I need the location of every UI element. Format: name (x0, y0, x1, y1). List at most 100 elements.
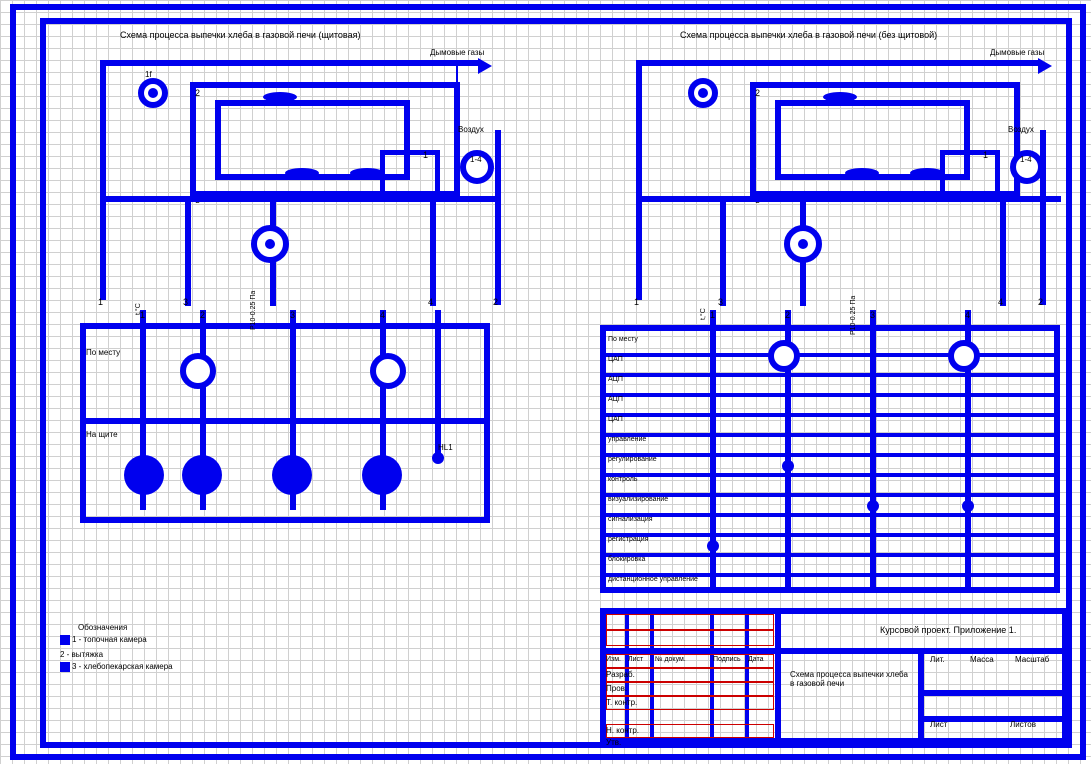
row-pomestu: По месту (86, 348, 120, 357)
legend-marker (60, 662, 70, 672)
tb-hline (918, 690, 1066, 696)
dot-icon (962, 500, 974, 512)
row-label: сигнализация (608, 516, 653, 523)
row-divider (604, 393, 1056, 397)
num-2: 2 (755, 88, 760, 98)
t-label-r: t,°C (700, 308, 707, 320)
row-nashite: На щите (86, 430, 118, 439)
legend-head: Обозначения (78, 623, 127, 632)
tb-p5: Утв. (606, 738, 621, 747)
num: 2 (493, 297, 498, 307)
row-divider (604, 433, 1056, 437)
sensor-ellipse (823, 92, 857, 102)
pipe (430, 196, 436, 306)
right-burner (940, 150, 1000, 198)
row-divider (604, 553, 1056, 557)
sensor-ellipse (910, 168, 944, 178)
sensor-ellipse (285, 168, 319, 178)
gauge-icon (768, 340, 800, 372)
row-divider (604, 413, 1056, 417)
vertical-pipe (636, 60, 642, 300)
dot-icon (148, 88, 158, 98)
title-left: Схема процесса выпечки хлеба в газовой п… (120, 30, 360, 40)
pipe (495, 130, 501, 305)
arrow-icon (1038, 58, 1052, 74)
num: 1 (634, 297, 639, 307)
num: 4 (428, 297, 433, 307)
row-label: дистанционное управление (608, 576, 698, 583)
col-line (870, 310, 876, 590)
pipe (636, 60, 754, 66)
dot-icon (798, 239, 808, 249)
num: 1 (98, 297, 103, 307)
num-1: 1 (983, 150, 988, 160)
legend-b: 2 - вытяжка (60, 650, 103, 659)
hdr: 4 (380, 310, 385, 320)
pipe-top (750, 60, 1040, 66)
tb-lit: Лит. (930, 655, 945, 664)
pipe (100, 60, 195, 66)
tb-p4: Н. контр. (606, 726, 639, 735)
indicator-icon (182, 455, 222, 495)
stamp-row (606, 614, 774, 630)
row-label: управление (608, 436, 646, 443)
row-divider (604, 373, 1056, 377)
row-divider (604, 533, 1056, 537)
manifold (636, 196, 1061, 202)
tb-r1: Изм. (606, 656, 621, 663)
indicator-icon (272, 455, 312, 495)
tb-listov: Листов (1010, 720, 1036, 729)
hdr: 1 (710, 310, 715, 320)
tb-p1: Разраб. (606, 670, 635, 679)
p-label-r: Р10-0.25 Па (850, 296, 857, 335)
dot-icon (707, 540, 719, 552)
tb-list: Лист (930, 720, 947, 729)
flue-label: Дымовые газы (430, 48, 484, 57)
tb-r3: № докум. (655, 656, 686, 663)
pipe (720, 196, 726, 306)
dot-icon (698, 88, 708, 98)
hdr: 3 (290, 310, 295, 320)
title-right: Схема процесса выпечки хлеба в газовой п… (680, 30, 937, 40)
sensor-ellipse (845, 168, 879, 178)
num: 4 (998, 297, 1003, 307)
num: 3 (183, 297, 188, 307)
row-divider (604, 513, 1056, 517)
num: 3 (718, 297, 723, 307)
air-label-r: Воздух (1008, 125, 1034, 134)
legend-a: 1 - топочная камера (72, 635, 147, 644)
row-divider (604, 473, 1056, 477)
hdr: 3 (870, 310, 875, 320)
num-1-4: 1-4 (470, 155, 482, 164)
num: 2 (1038, 297, 1043, 307)
row-label: блокировка (608, 556, 645, 563)
tb-p3: Т. контр. (606, 698, 637, 707)
tb-scale: Масштаб (1015, 655, 1049, 664)
gauge-icon (180, 353, 216, 389)
flue-label-r: Дымовые газы (990, 48, 1044, 57)
row-label: контроль (608, 476, 637, 483)
hdr: 2 (785, 310, 790, 320)
tb-r2: Лист (628, 656, 643, 663)
pipe (1000, 196, 1006, 306)
tb-r4: Подпись (713, 656, 741, 663)
label-1f: 1f (145, 70, 152, 79)
air-label: Воздух (458, 125, 484, 134)
num-1: 1 (423, 150, 428, 160)
dot-icon (782, 460, 794, 472)
tb-desc: Схема процесса выпечки хлеба в газовой п… (790, 670, 910, 688)
tb-p2: Пров. (606, 684, 627, 693)
tb-vline (775, 612, 781, 742)
row-label: регулирование (608, 456, 657, 463)
stamp-row (606, 630, 774, 646)
hdr: 2 (200, 310, 205, 320)
row-label: визуализирование (608, 496, 668, 503)
lamp-icon (432, 452, 444, 464)
tb-r5: Дата (748, 656, 764, 663)
legend-c: 3 - хлебопекарская камера (72, 662, 173, 671)
left-burner (380, 150, 440, 198)
gauge-icon (370, 353, 406, 389)
row-label: По месту (608, 336, 638, 343)
gauge-icon (948, 340, 980, 372)
tb-mass: Масса (970, 655, 994, 664)
